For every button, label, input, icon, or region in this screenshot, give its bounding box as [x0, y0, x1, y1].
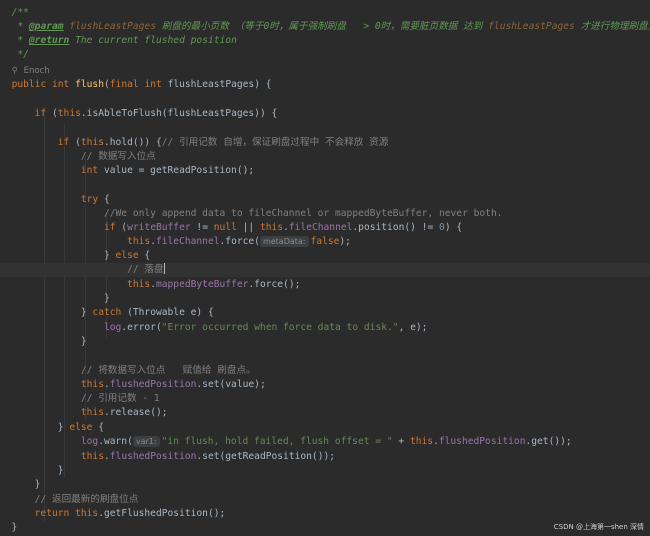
- code-line: }: [0, 336, 87, 347]
- code-line: }: [0, 465, 64, 476]
- author-hint[interactable]: Enoch: [24, 66, 50, 76]
- code-line: this.fileChannel.force(metaData: false);: [127, 236, 351, 247]
- code-line: log.error("Error occurred when force dat…: [103, 322, 428, 333]
- code-line: if (this.hold()) {// 引用记数 自增，保证刷盘过程中 不会释…: [57, 137, 389, 148]
- code-line: } else {: [0, 250, 151, 261]
- code-line: int value = getReadPosition();: [80, 165, 255, 176]
- code-line: * @param flushLeastPages 刷盘的最小页数 （等于0时，属…: [11, 21, 650, 32]
- code-line: // 引用记数 - 1: [80, 393, 160, 404]
- code-line: * @return The current flushed position: [11, 35, 237, 46]
- code-line: } else {: [0, 422, 104, 433]
- code-line: this.flushedPosition.set(value);: [80, 379, 266, 390]
- code-line: this.flushedPosition.set(getReadPosition…: [80, 451, 336, 462]
- parameter-hint: var1:: [132, 436, 160, 447]
- code-line: return this.getFlushedPosition();: [34, 508, 226, 519]
- code-line: /**: [11, 7, 29, 18]
- code-line: */: [11, 49, 29, 60]
- code-line: }: [0, 293, 110, 304]
- code-line: // 将数据写入位点 赋值给 刷盘点。: [80, 365, 256, 376]
- text-caret: [163, 263, 165, 274]
- code-line: if (writeBuffer != null || this.fileChan…: [103, 222, 463, 233]
- code-line: this.release();: [80, 407, 168, 418]
- code-editor[interactable]: /** * @param flushLeastPages 刷盘的最小页数 （等于…: [0, 0, 650, 536]
- code-line: try {: [80, 194, 110, 205]
- code-line: this.mappedByteBuffer.force();: [127, 279, 301, 290]
- current-line[interactable]: // 落盘: [0, 263, 650, 277]
- author-icon: ⚲: [11, 66, 18, 76]
- code-line: } catch (Throwable e) {: [0, 307, 214, 318]
- code-line: if (this.isAbleToFlush(flushLeastPages))…: [34, 108, 278, 119]
- watermark: CSDN @上海第一shen 深情: [553, 523, 644, 531]
- code-line: ⚲ Enoch: [0, 64, 650, 78]
- code-line: // 数据写入位点: [80, 151, 156, 162]
- parameter-hint: metaData:: [259, 236, 309, 247]
- code-line: //We only append data to fileChannel or …: [103, 208, 503, 219]
- code-line: }: [0, 479, 41, 490]
- code-line: // 返回最新的刷盘位点: [34, 494, 139, 505]
- code-line: log.warn(var1: "in flush, hold failed, fl…: [80, 436, 572, 447]
- code-line: public int flush(final int flushLeastPag…: [11, 79, 272, 90]
- code-line: }: [0, 522, 18, 533]
